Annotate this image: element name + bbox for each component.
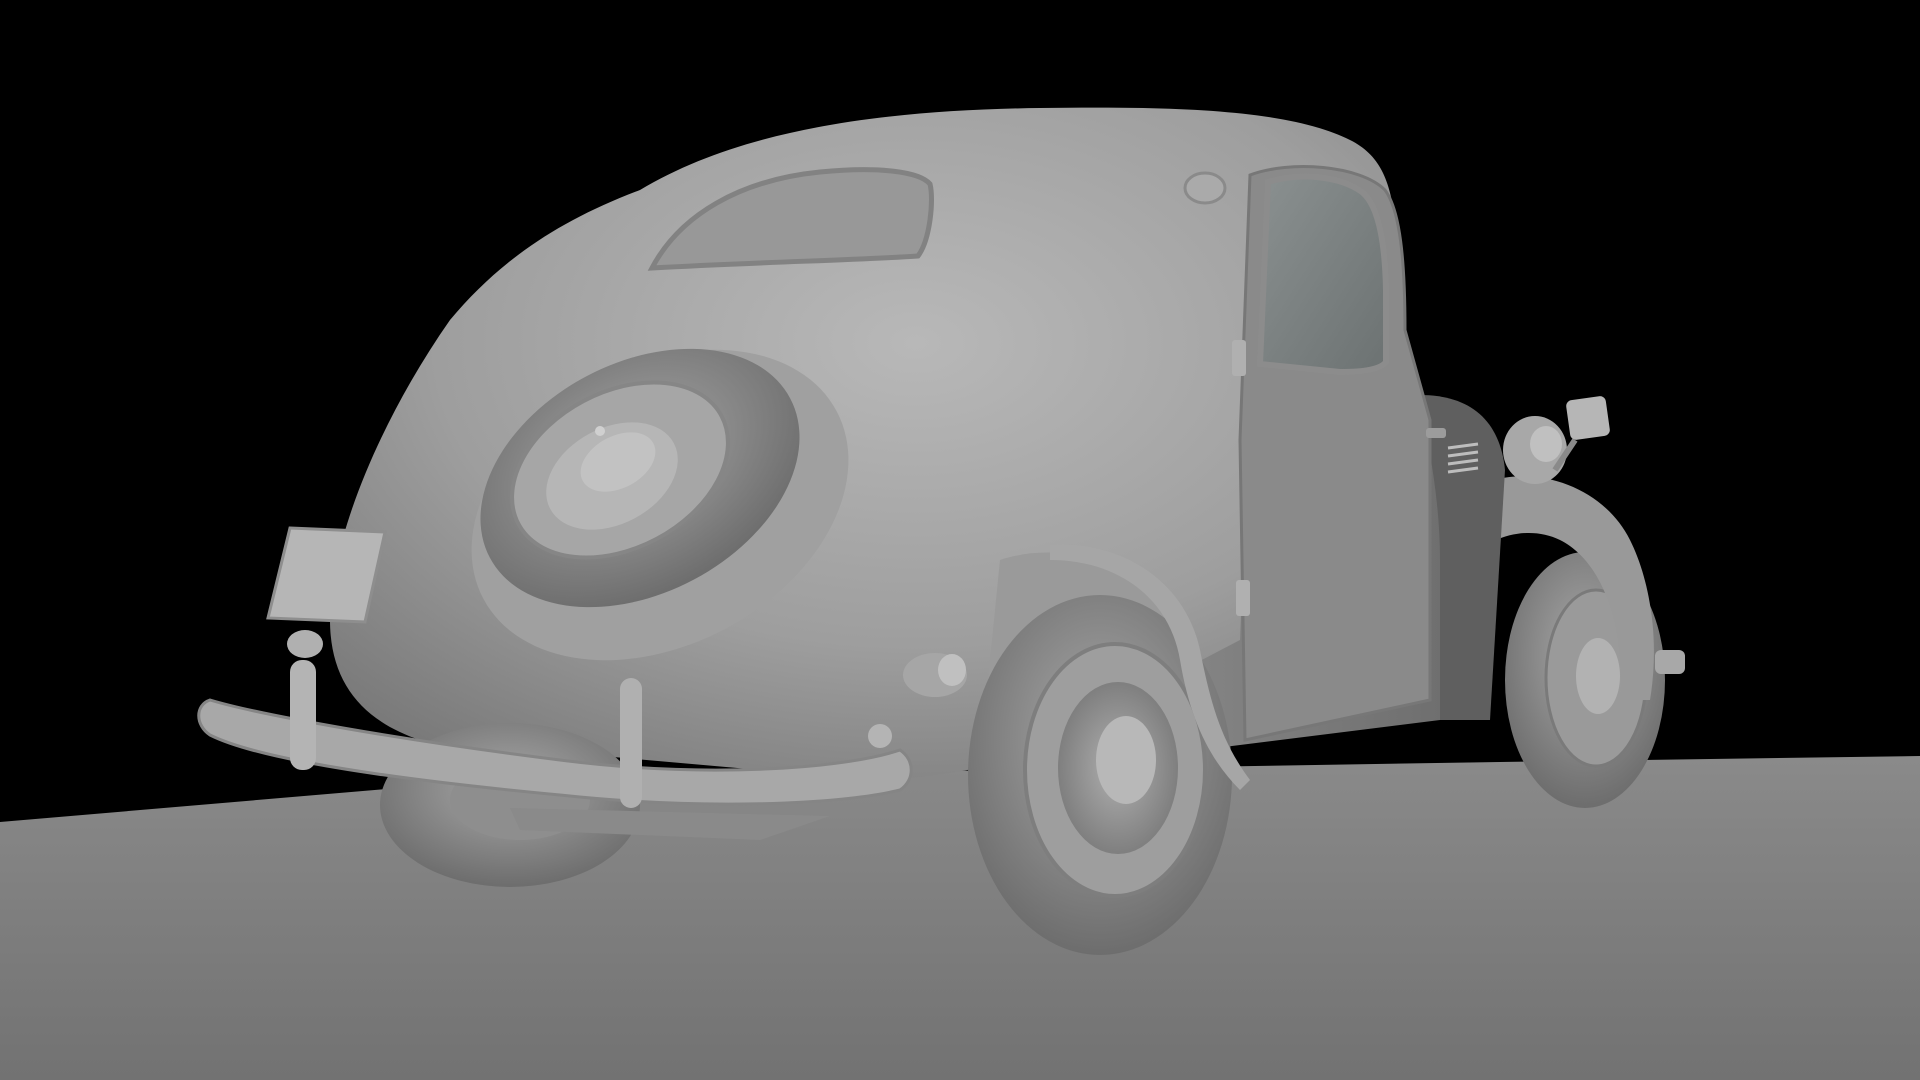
ground-plane [0, 756, 1920, 1080]
door-hinge-upper [1232, 340, 1246, 376]
license-plate [266, 526, 387, 624]
reflector-left [287, 630, 323, 658]
headlight [1503, 416, 1567, 484]
side-mirror [1552, 396, 1610, 472]
front-bumper-end [1655, 650, 1685, 674]
tail-light [903, 653, 967, 697]
roof-light [1183, 171, 1227, 205]
side-window [1256, 173, 1389, 376]
render-viewport [0, 0, 1920, 1080]
door-hinge-lower [1236, 580, 1250, 616]
door-handle [1426, 428, 1446, 438]
car-render-scene [0, 107, 1920, 1080]
